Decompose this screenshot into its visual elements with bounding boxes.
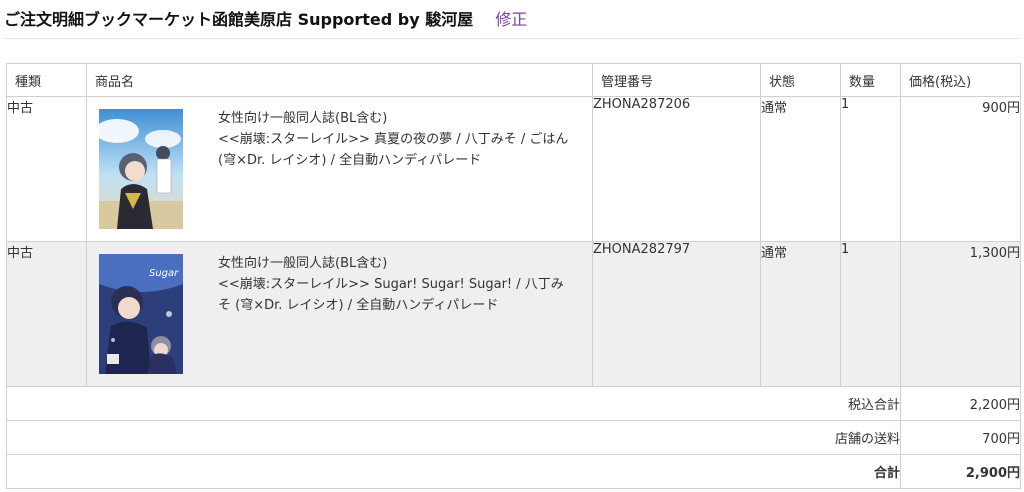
- grand-total-value: 2,900円: [900, 454, 1021, 489]
- item-price: 900円: [900, 96, 1021, 242]
- shipping-row: 店舗の送料 700円: [6, 420, 1021, 455]
- column-header-code: 管理番号: [592, 63, 761, 97]
- item-title-line[interactable]: そ (穹×Dr. レイシオ) / 全自動ハンディパレード: [218, 295, 586, 316]
- shipping-value: 700円: [900, 420, 1021, 455]
- table-header-row: 種類 商品名 管理番号 状態 数量 価格(税込): [6, 63, 1021, 97]
- column-header-qty: 数量: [840, 63, 901, 97]
- item-title-line[interactable]: (穹×Dr. レイシオ) / 全自動ハンディパレード: [218, 150, 586, 171]
- item-condition: 中古: [6, 241, 87, 387]
- column-header-status: 状態: [760, 63, 841, 97]
- column-header-price: 価格(税込): [900, 63, 1021, 97]
- header-divider: [4, 38, 1020, 39]
- item-description: 女性向け一般同人誌(BL含む) <<崩壊:スターレイル>> Sugar! Sug…: [218, 253, 586, 316]
- item-description: 女性向け一般同人誌(BL含む) <<崩壊:スターレイル>> 真夏の夜の夢 / 八…: [218, 108, 586, 171]
- order-details-table: 種類 商品名 管理番号 状態 数量 価格(税込) 中古 女性向け一般同人誌(BL…: [6, 63, 1021, 489]
- grand-total-label: 合計: [6, 454, 901, 489]
- item-qty: 1: [840, 96, 901, 242]
- item-category: 女性向け一般同人誌(BL含む): [218, 111, 388, 126]
- item-title-line[interactable]: <<崩壊:スターレイル>> 真夏の夜の夢 / 八丁みそ / ごはん: [218, 129, 586, 150]
- item-category: 女性向け一般同人誌(BL含む): [218, 256, 388, 271]
- item-product-cell: Sugar 女性向け一般同人誌(BL含む) <<崩壊:スターレイル>> Suga…: [86, 241, 593, 387]
- page-header: ご注文明細ブックマーケット函館美原店 Supported by 駿河屋 修正: [4, 4, 527, 32]
- subtotal-label: 税込合計: [6, 386, 901, 421]
- column-header-type: 種類: [6, 63, 87, 97]
- item-code: ZHONA282797: [592, 241, 761, 387]
- item-code: ZHONA287206: [592, 96, 761, 242]
- column-header-product: 商品名: [86, 63, 593, 97]
- book-cover-image[interactable]: [99, 109, 183, 229]
- item-status: 通常: [760, 96, 841, 242]
- subtotal-value: 2,200円: [900, 386, 1021, 421]
- page-title: ご注文明細ブックマーケット函館美原店 Supported by 駿河屋: [4, 10, 474, 29]
- item-title-line[interactable]: <<崩壊:スターレイル>> Sugar! Sugar! Sugar! / 八丁み: [218, 274, 586, 295]
- book-cover-image[interactable]: Sugar: [99, 254, 183, 374]
- item-condition: 中古: [6, 96, 87, 242]
- table-row: 中古 Sugar 女性向け一般同人誌(BL含む) <<崩壊:スターレイル>> S…: [6, 241, 1021, 387]
- item-status: 通常: [760, 241, 841, 387]
- item-qty: 1: [840, 241, 901, 387]
- item-price: 1,300円: [900, 241, 1021, 387]
- svg-text:Sugar: Sugar: [149, 268, 179, 279]
- grand-total-row: 合計 2,900円: [6, 454, 1021, 489]
- edit-link[interactable]: 修正: [495, 6, 527, 30]
- shipping-label: 店舗の送料: [6, 420, 901, 455]
- item-product-cell: 女性向け一般同人誌(BL含む) <<崩壊:スターレイル>> 真夏の夜の夢 / 八…: [86, 96, 593, 242]
- table-row: 中古 女性向け一般同人誌(BL含む) <<崩壊:スターレイル>> 真夏の夜の夢 …: [6, 96, 1021, 242]
- subtotal-row: 税込合計 2,200円: [6, 386, 1021, 421]
